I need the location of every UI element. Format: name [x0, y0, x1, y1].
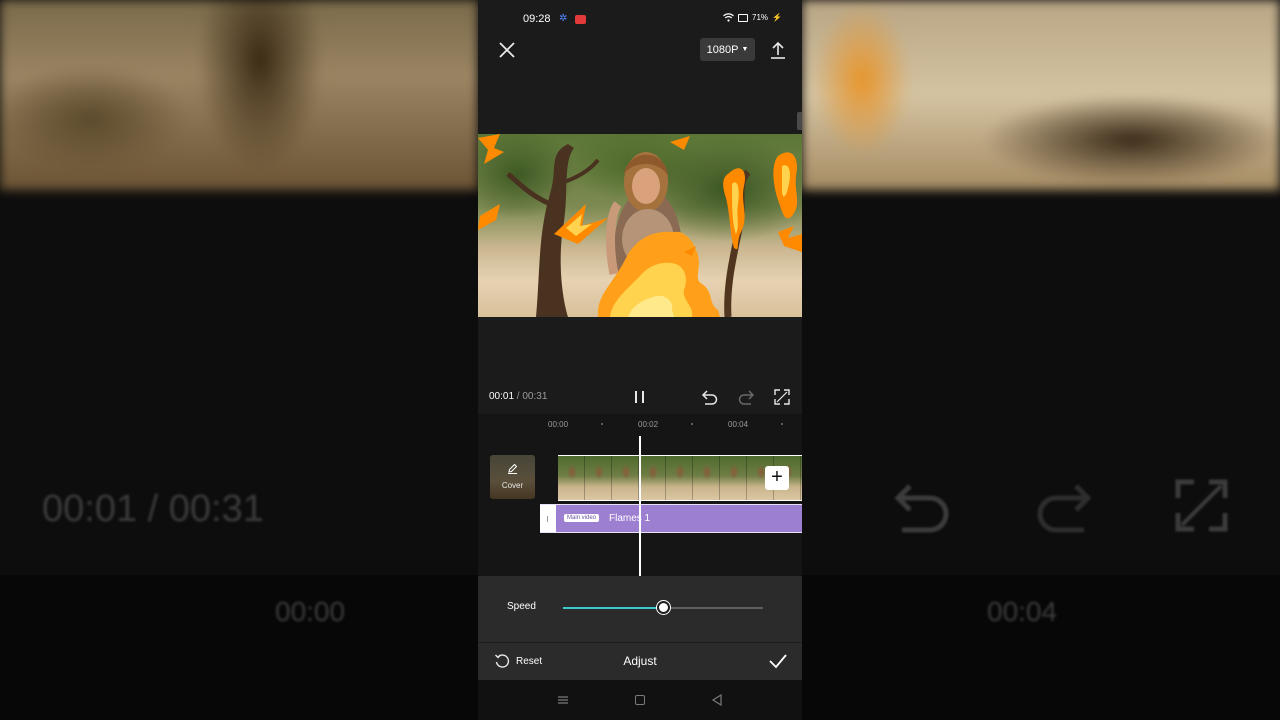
close-button[interactable]: [496, 39, 518, 61]
ruler-tick: [691, 423, 693, 425]
recent-apps-icon[interactable]: [557, 694, 569, 706]
redo-button[interactable]: [737, 389, 755, 405]
background-left: 00:01 / 00:31 00:00: [0, 0, 478, 720]
background-right: 00:04: [802, 0, 1280, 720]
speed-label: Speed: [507, 601, 536, 612]
caret-down-icon: ▼: [741, 46, 749, 53]
status-clock: 09:28: [523, 13, 551, 25]
video-preview[interactable]: [478, 134, 802, 317]
cover-label: Cover: [501, 481, 524, 490]
ruler-label: 00:00: [548, 420, 569, 429]
clip-frame: [558, 456, 585, 500]
cover-shade: [490, 455, 535, 499]
undo-button[interactable]: [701, 389, 719, 405]
effect-trim-handle[interactable]: [540, 505, 556, 532]
clip-frame: [585, 456, 612, 500]
background-fullscreen-icon: [1175, 479, 1228, 532]
background-ruler-label: 00:04: [987, 596, 1058, 627]
ruler-tick: [601, 423, 603, 425]
back-icon[interactable]: [711, 694, 723, 706]
clip-frame: [693, 456, 720, 500]
resolution-value: 1080P: [706, 43, 739, 56]
speed-slider-fill: [563, 607, 663, 609]
cast-icon: [738, 13, 749, 22]
pause-button[interactable]: [632, 389, 648, 405]
clip-frame: [801, 456, 802, 500]
clip-frame: [612, 456, 639, 500]
adjust-bar: Reset Adjust: [478, 643, 802, 680]
current-time: 00:01: [489, 391, 515, 402]
clip-frame: [720, 456, 747, 500]
edit-pencil-icon: [508, 463, 518, 474]
timeline[interactable]: 00:00 00:02 00:04 Cover + Main video Fla…: [478, 414, 802, 576]
background-timecode: 00:01 / 00:31: [42, 488, 264, 530]
playback-timecode: 00:01 / 00:31: [489, 391, 547, 402]
background-redo-icon: [1037, 484, 1092, 533]
total-time: 00:31: [522, 391, 548, 402]
effect-clip[interactable]: Main video Flames 1: [540, 504, 802, 533]
resolution-dropdown[interactable]: 1080P ▼: [700, 38, 755, 61]
speed-slider-knob[interactable]: [656, 601, 670, 614]
background-photo: [0, 0, 478, 190]
clip-frame: [666, 456, 693, 500]
background-undo-icon: [894, 484, 949, 533]
ruler-tick: [781, 423, 783, 425]
effect-name: Flames 1: [609, 513, 651, 524]
confirm-button[interactable]: [768, 653, 788, 669]
system-nav-bar: [478, 680, 802, 720]
cover-button[interactable]: Cover: [490, 455, 535, 499]
home-icon[interactable]: [635, 695, 645, 705]
clip-frame: [639, 456, 666, 500]
panel-title: Adjust: [623, 654, 657, 668]
scroll-indicator: [797, 112, 802, 130]
export-button[interactable]: [767, 39, 789, 61]
background-ruler-label: 00:00: [275, 596, 346, 627]
preview-frame: [478, 134, 802, 317]
speed-slider[interactable]: [563, 601, 763, 614]
wifi-icon: [723, 13, 734, 22]
background-photo: [802, 0, 1280, 190]
playhead[interactable]: [639, 436, 641, 576]
status-bar: 09:28 ✲ 71% ⚡: [478, 0, 802, 38]
recording-notification-icon: [575, 15, 586, 24]
status-indicators: 71% ⚡: [723, 13, 782, 22]
charging-icon: ⚡: [772, 13, 782, 22]
ruler-label: 00:02: [638, 420, 659, 429]
ruler-label: 00:04: [728, 420, 749, 429]
main-video-tag: Main video: [564, 514, 600, 522]
battery-level: 71%: [752, 13, 769, 22]
add-clip-button[interactable]: +: [765, 466, 789, 490]
background-band: [0, 575, 478, 720]
settings-notification-icon: ✲: [559, 13, 568, 24]
phone-screen: 09:28 ✲ 71% ⚡ 1080P ▼ 00:01 / 00:31 00:0…: [478, 0, 802, 720]
speed-panel: Speed: [478, 576, 802, 642]
fullscreen-button[interactable]: [774, 389, 790, 405]
